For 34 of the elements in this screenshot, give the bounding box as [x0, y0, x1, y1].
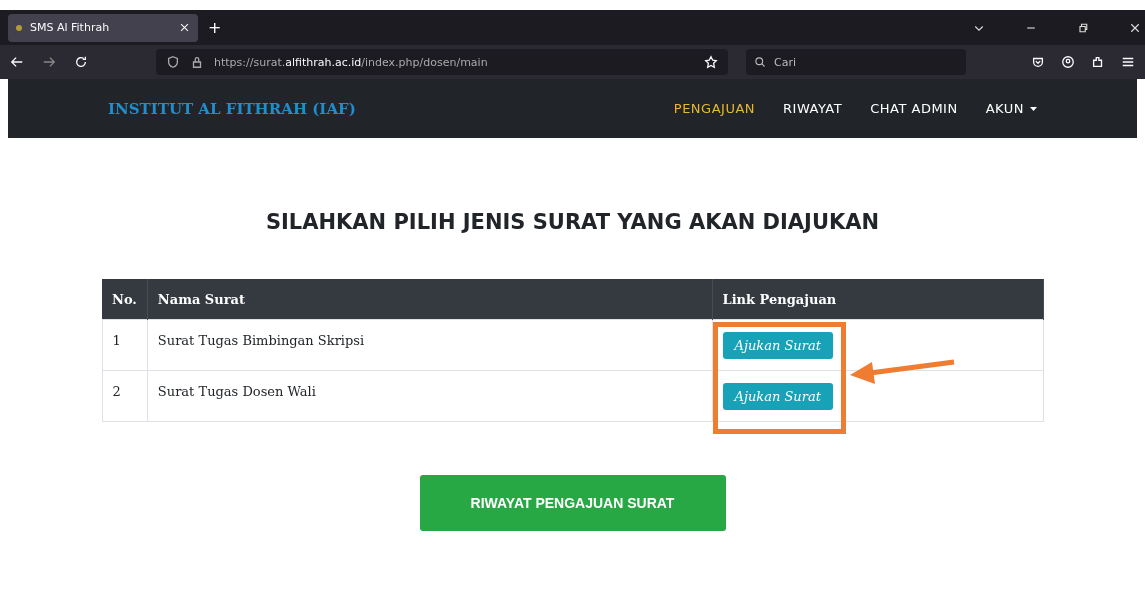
- favicon-icon: [16, 24, 22, 31]
- table-cell: Surat Tugas Dosen Wali: [147, 370, 712, 422]
- column-header: Link Pengajuan: [712, 279, 1043, 320]
- url-text: https://surat.alfithrah.ac.id/index.php/dosen/main: [214, 55, 488, 69]
- back-arrow-icon[interactable]: [10, 55, 24, 69]
- address-field[interactable]: https://surat.alfithrah.ac.id/index.php/dosen/main: [156, 49, 728, 75]
- table-cell: 1: [102, 319, 148, 371]
- restore-icon[interactable]: [1077, 21, 1089, 34]
- nav-link[interactable]: RIWAYAT: [783, 101, 843, 116]
- star-icon[interactable]: [704, 55, 718, 69]
- extensions-icon[interactable]: [1091, 55, 1105, 69]
- shield-icon[interactable]: [166, 55, 180, 69]
- nav-link[interactable]: CHAT ADMIN: [870, 101, 958, 116]
- reload-icon[interactable]: [74, 55, 88, 69]
- search-field[interactable]: Cari: [746, 49, 966, 75]
- close-icon[interactable]: [1129, 21, 1141, 34]
- new-tab-button[interactable]: +: [208, 18, 222, 37]
- table-cell: Surat Tugas Bimbingan Skripsi: [147, 319, 712, 371]
- close-icon[interactable]: [179, 22, 190, 33]
- account-icon[interactable]: [1061, 55, 1075, 69]
- search-icon[interactable]: [754, 56, 766, 68]
- tab-title: SMS Al Fithrah: [30, 21, 111, 34]
- column-header: Nama Surat: [147, 279, 712, 320]
- pocket-icon[interactable]: [1031, 55, 1045, 69]
- column-header: No.: [102, 279, 148, 320]
- nav-link[interactable]: AKUN: [985, 101, 1037, 116]
- menu-icon[interactable]: [1121, 55, 1135, 69]
- page-heading: SILAHKAN PILIH JENIS SURAT YANG AKAN DIAJUKAN: [265, 210, 880, 234]
- forward-arrow-icon[interactable]: [42, 55, 56, 69]
- nav-link[interactable]: PENGAJUAN: [673, 101, 756, 116]
- lock-icon[interactable]: [190, 55, 204, 69]
- brand-title[interactable]: INSTITUT AL FITHRAH (IAF): [108, 99, 356, 118]
- table-cell: 2: [102, 370, 148, 422]
- browser-tab[interactable]: SMS Al Fithrah: [8, 13, 198, 42]
